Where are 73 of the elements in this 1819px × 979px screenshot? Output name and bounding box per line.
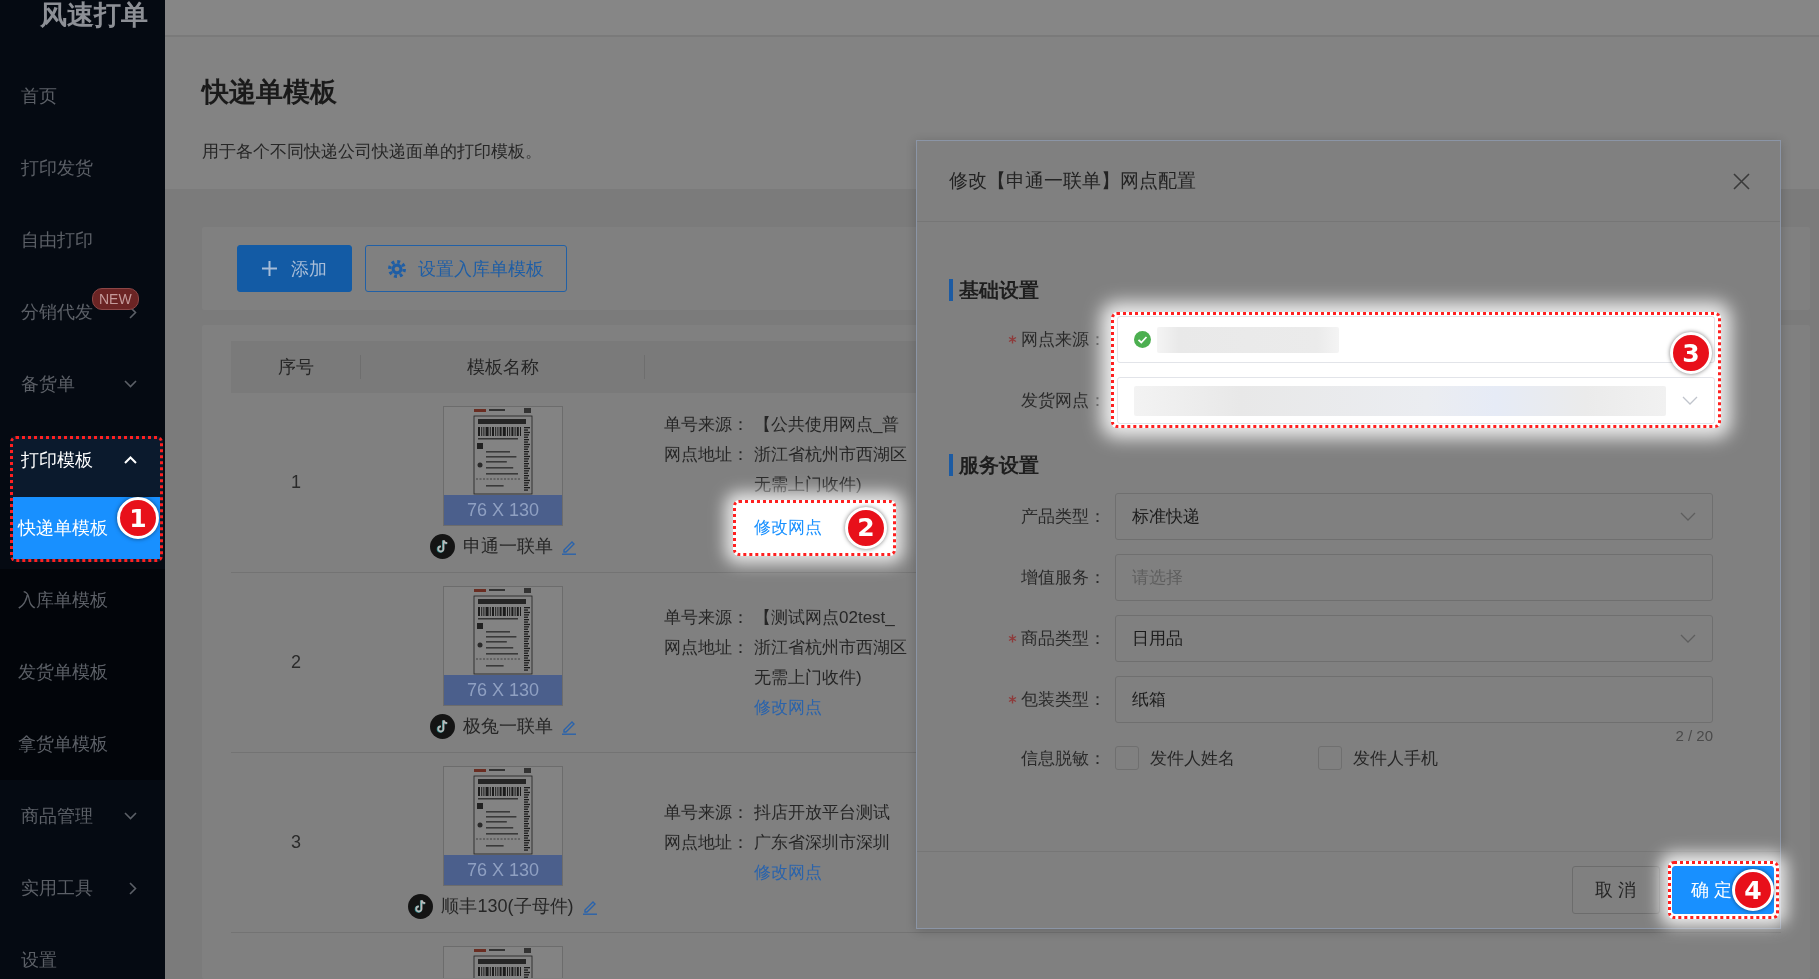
detail-value: 抖店开放平台测试: [754, 801, 890, 824]
detail-value: 无需上门收件): [754, 666, 862, 689]
row-number: 3: [291, 832, 301, 853]
size-label: 76 X 130: [444, 495, 562, 525]
app-logo: 风速打单: [39, 0, 149, 30]
field-label: 产品类型：: [1021, 506, 1106, 528]
template-settings-button[interactable]: 设置入库单模板: [365, 245, 567, 292]
detail-label: 单号来源：: [664, 801, 750, 824]
nav-item[interactable]: 入库单模板: [0, 569, 165, 631]
field-label: 包装类型：: [1021, 689, 1106, 711]
field-label: 增值服务：: [1021, 567, 1106, 589]
nav-item[interactable]: 打印发货: [0, 132, 165, 204]
template-name: 极兔一联单: [462, 715, 553, 738]
detail-label: 网点地址：: [664, 831, 750, 854]
select-field[interactable]: [1117, 377, 1715, 424]
detail-value: 广东省深圳市深圳: [754, 831, 890, 854]
nav-item[interactable]: 设置: [0, 924, 165, 979]
nav-item[interactable]: 快递单模板 1: [13, 497, 160, 559]
nav-item[interactable]: 发货单模板: [0, 641, 165, 703]
step-number-badge: 1: [117, 497, 159, 539]
section-title: 服务设置: [949, 454, 1039, 476]
template-name: 申通一联单: [462, 535, 553, 558]
input-field[interactable]: 纸箱: [1115, 676, 1713, 723]
select-field[interactable]: 日用品: [1115, 615, 1713, 662]
row-number: 1: [291, 472, 301, 493]
nav-item[interactable]: 打印模板: [13, 439, 160, 481]
page-description: 用于各个不同快递公司快递面单的打印模板。: [202, 141, 542, 163]
music-note-icon: [408, 893, 434, 919]
section-title: 基础设置: [949, 279, 1039, 301]
music-note-icon: [429, 713, 455, 739]
detail-value: 【测试网点02test_: [754, 606, 895, 629]
music-note-icon: [429, 533, 455, 559]
close-icon[interactable]: [1733, 172, 1750, 190]
detail-label: 单号来源：: [664, 606, 750, 629]
detail-value: 无需上门收件): [754, 473, 862, 496]
detail-value: 浙江省杭州市西湖区: [754, 636, 907, 659]
gear-icon: [388, 259, 406, 278]
detail-label: 网点地址：: [664, 443, 750, 466]
field-label: 商品类型：: [1021, 628, 1106, 650]
cancel-button[interactable]: 取 消: [1572, 866, 1660, 914]
page-title: 快递单模板: [202, 76, 337, 109]
dialog-title: 修改【申通一联单】网点配置: [949, 169, 1196, 193]
detail-value: 浙江省杭州市西湖区: [754, 443, 907, 466]
nav-item[interactable]: 分销代发 NEW: [0, 276, 165, 348]
checkbox-label[interactable]: 发件人手机: [1353, 746, 1438, 770]
nav-item[interactable]: 自由打印: [0, 204, 165, 276]
checkbox-label[interactable]: 发件人姓名: [1150, 746, 1235, 770]
detail-value: 【公共使用网点_普: [754, 413, 900, 436]
nav-item[interactable]: 备货单: [0, 348, 165, 420]
field-label: 发货网点：: [1021, 390, 1106, 412]
detail-label: 网点地址：: [664, 636, 750, 659]
chevron-down-icon: [1682, 396, 1698, 405]
detail-label: 单号来源：: [664, 413, 750, 436]
row-number: 2: [291, 652, 301, 673]
chevron-down-icon: [1680, 512, 1696, 521]
nav-item[interactable]: 实用工具: [0, 852, 165, 924]
nav-item[interactable]: 商品管理: [0, 780, 165, 852]
nav-item[interactable]: 首页: [0, 60, 165, 132]
column-header: 序号: [278, 357, 314, 377]
select-field[interactable]: 标准快递: [1115, 493, 1713, 540]
nav-item[interactable]: 拿货单模板: [0, 713, 165, 775]
plus-icon: [262, 261, 277, 276]
edit-link[interactable]: 修改网点: [754, 512, 822, 543]
chevron-right-icon: [129, 881, 137, 895]
field-label: 网点来源：: [1021, 329, 1106, 351]
column-header: 模板名称: [467, 357, 539, 377]
field-label: 信息脱敏：: [1021, 747, 1106, 770]
new-badge: NEW: [92, 288, 139, 310]
template-name: 顺丰130(子母件): [441, 895, 574, 918]
size-label: 76 X 130: [444, 855, 562, 885]
chevron-down-icon: [1680, 634, 1696, 643]
size-label: 76 X 130: [444, 675, 562, 705]
add-button[interactable]: 添加: [237, 245, 352, 292]
